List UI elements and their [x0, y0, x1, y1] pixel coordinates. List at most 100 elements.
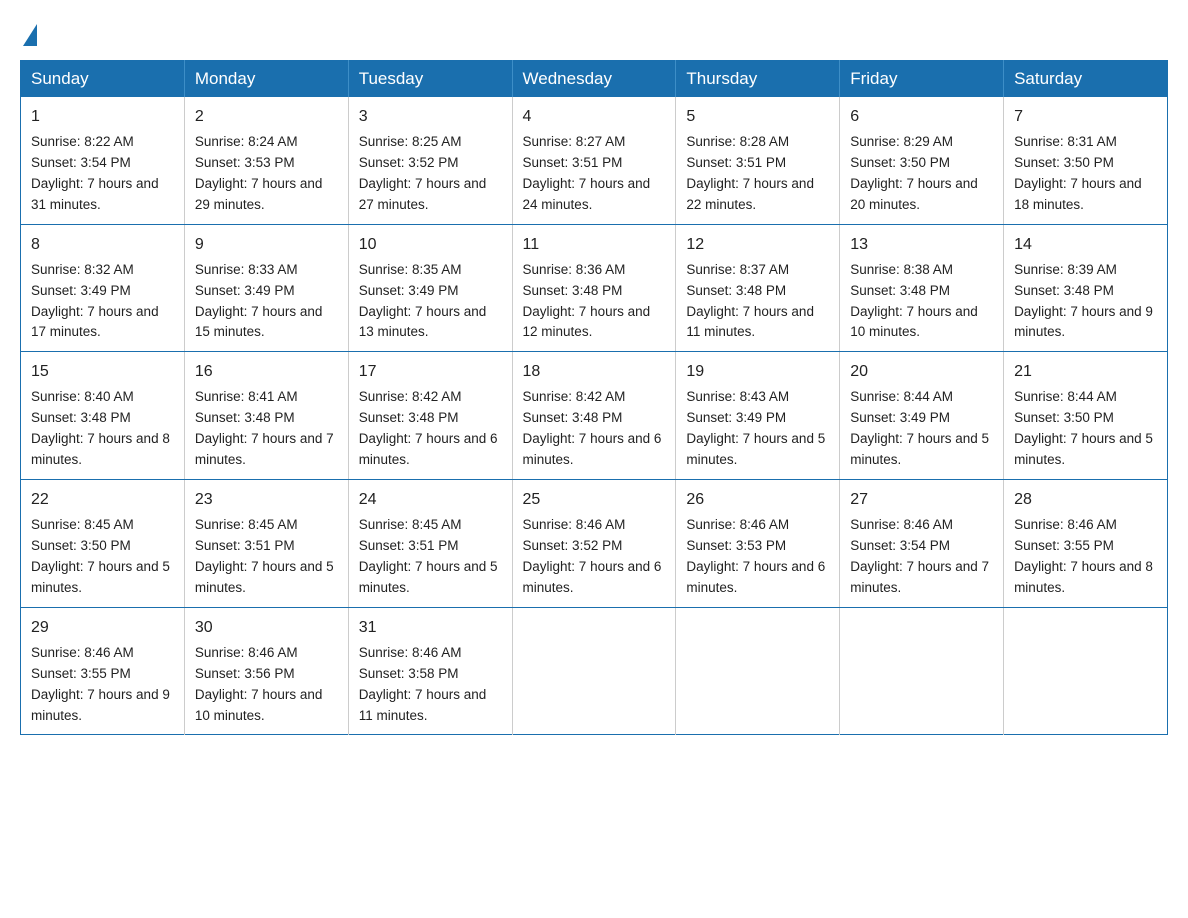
day-number: 7 [1014, 105, 1157, 129]
calendar-week-row: 8 Sunrise: 8:32 AMSunset: 3:49 PMDaylight… [21, 224, 1168, 352]
day-number: 8 [31, 233, 174, 257]
calendar-cell: 7 Sunrise: 8:31 AMSunset: 3:50 PMDaylight… [1004, 97, 1168, 224]
day-number: 17 [359, 360, 502, 384]
day-number: 29 [31, 616, 174, 640]
calendar-table: SundayMondayTuesdayWednesdayThursdayFrid… [20, 60, 1168, 735]
day-number: 9 [195, 233, 338, 257]
day-info: Sunrise: 8:45 AMSunset: 3:51 PMDaylight:… [359, 517, 498, 595]
calendar-cell: 19Sunrise: 8:43 AMSunset: 3:49 PMDayligh… [676, 352, 840, 480]
day-info: Sunrise: 8:27 AMSunset: 3:51 PMDaylight:… [523, 134, 651, 212]
calendar-cell: 12 Sunrise: 8:37 AMSunset: 3:48 PMDayligh… [676, 224, 840, 352]
day-info: Sunrise: 8:28 AMSunset: 3:51 PMDaylight:… [686, 134, 814, 212]
calendar-cell: 27 Sunrise: 8:46 AMSunset: 3:54 PMDayligh… [840, 480, 1004, 608]
calendar-cell: 8 Sunrise: 8:32 AMSunset: 3:49 PMDaylight… [21, 224, 185, 352]
logo [20, 20, 37, 42]
day-info: Sunrise: 8:36 AMSunset: 3:48 PMDaylight:… [523, 262, 651, 340]
day-info: Sunrise: 8:46 AMSunset: 3:58 PMDaylight:… [359, 645, 487, 723]
day-number: 2 [195, 105, 338, 129]
calendar-week-row: 1 Sunrise: 8:22 AMSunset: 3:54 PMDaylight… [21, 97, 1168, 224]
day-info: Sunrise: 8:33 AMSunset: 3:49 PMDaylight:… [195, 262, 323, 340]
day-info: Sunrise: 8:46 AMSunset: 3:54 PMDaylight:… [850, 517, 989, 595]
calendar-cell: 25 Sunrise: 8:46 AMSunset: 3:52 PMDayligh… [512, 480, 676, 608]
day-info: Sunrise: 8:37 AMSunset: 3:48 PMDaylight:… [686, 262, 814, 340]
day-number: 20 [850, 360, 993, 384]
day-info: Sunrise: 8:41 AMSunset: 3:48 PMDaylight:… [195, 389, 334, 467]
calendar-cell: 14Sunrise: 8:39 AMSunset: 3:48 PMDayligh… [1004, 224, 1168, 352]
calendar-cell: 1 Sunrise: 8:22 AMSunset: 3:54 PMDaylight… [21, 97, 185, 224]
day-info: Sunrise: 8:46 AMSunset: 3:56 PMDaylight:… [195, 645, 323, 723]
day-number: 26 [686, 488, 829, 512]
calendar-cell [512, 607, 676, 735]
day-number: 14 [1014, 233, 1157, 257]
calendar-cell: 20 Sunrise: 8:44 AMSunset: 3:49 PMDayligh… [840, 352, 1004, 480]
weekday-header-wednesday: Wednesday [512, 61, 676, 98]
calendar-cell: 24 Sunrise: 8:45 AMSunset: 3:51 PMDayligh… [348, 480, 512, 608]
weekday-header-tuesday: Tuesday [348, 61, 512, 98]
day-number: 11 [523, 233, 666, 257]
day-number: 16 [195, 360, 338, 384]
calendar-cell: 3 Sunrise: 8:25 AMSunset: 3:52 PMDaylight… [348, 97, 512, 224]
calendar-cell: 29 Sunrise: 8:46 AMSunset: 3:55 PMDayligh… [21, 607, 185, 735]
day-number: 4 [523, 105, 666, 129]
calendar-cell: 16 Sunrise: 8:41 AMSunset: 3:48 PMDayligh… [184, 352, 348, 480]
day-number: 3 [359, 105, 502, 129]
day-info: Sunrise: 8:32 AMSunset: 3:49 PMDaylight:… [31, 262, 159, 340]
day-info: Sunrise: 8:46 AMSunset: 3:55 PMDaylight:… [1014, 517, 1153, 595]
day-info: Sunrise: 8:45 AMSunset: 3:51 PMDaylight:… [195, 517, 334, 595]
calendar-cell: 4 Sunrise: 8:27 AMSunset: 3:51 PMDaylight… [512, 97, 676, 224]
calendar-cell [1004, 607, 1168, 735]
calendar-cell: 5 Sunrise: 8:28 AMSunset: 3:51 PMDaylight… [676, 97, 840, 224]
calendar-cell: 23Sunrise: 8:45 AMSunset: 3:51 PMDayligh… [184, 480, 348, 608]
calendar-cell: 30Sunrise: 8:46 AMSunset: 3:56 PMDayligh… [184, 607, 348, 735]
day-number: 21 [1014, 360, 1157, 384]
day-info: Sunrise: 8:24 AMSunset: 3:53 PMDaylight:… [195, 134, 323, 212]
day-number: 25 [523, 488, 666, 512]
day-info: Sunrise: 8:46 AMSunset: 3:53 PMDaylight:… [686, 517, 825, 595]
day-number: 12 [686, 233, 829, 257]
day-info: Sunrise: 8:44 AMSunset: 3:50 PMDaylight:… [1014, 389, 1153, 467]
day-info: Sunrise: 8:46 AMSunset: 3:55 PMDaylight:… [31, 645, 170, 723]
weekday-header-friday: Friday [840, 61, 1004, 98]
calendar-cell: 15 Sunrise: 8:40 AMSunset: 3:48 PMDayligh… [21, 352, 185, 480]
day-info: Sunrise: 8:31 AMSunset: 3:50 PMDaylight:… [1014, 134, 1142, 212]
calendar-cell: 28 Sunrise: 8:46 AMSunset: 3:55 PMDayligh… [1004, 480, 1168, 608]
day-info: Sunrise: 8:44 AMSunset: 3:49 PMDaylight:… [850, 389, 989, 467]
calendar-week-row: 29 Sunrise: 8:46 AMSunset: 3:55 PMDayligh… [21, 607, 1168, 735]
calendar-cell: 11 Sunrise: 8:36 AMSunset: 3:48 PMDayligh… [512, 224, 676, 352]
day-info: Sunrise: 8:29 AMSunset: 3:50 PMDaylight:… [850, 134, 978, 212]
calendar-week-row: 15 Sunrise: 8:40 AMSunset: 3:48 PMDayligh… [21, 352, 1168, 480]
day-info: Sunrise: 8:45 AMSunset: 3:50 PMDaylight:… [31, 517, 170, 595]
day-number: 28 [1014, 488, 1157, 512]
calendar-cell: 21 Sunrise: 8:44 AMSunset: 3:50 PMDayligh… [1004, 352, 1168, 480]
day-info: Sunrise: 8:25 AMSunset: 3:52 PMDaylight:… [359, 134, 487, 212]
calendar-cell [676, 607, 840, 735]
day-number: 27 [850, 488, 993, 512]
day-number: 15 [31, 360, 174, 384]
day-number: 24 [359, 488, 502, 512]
day-number: 31 [359, 616, 502, 640]
day-number: 19 [686, 360, 829, 384]
day-info: Sunrise: 8:42 AMSunset: 3:48 PMDaylight:… [523, 389, 662, 467]
weekday-header-saturday: Saturday [1004, 61, 1168, 98]
calendar-cell: 13Sunrise: 8:38 AMSunset: 3:48 PMDayligh… [840, 224, 1004, 352]
day-number: 1 [31, 105, 174, 129]
calendar-cell: 2 Sunrise: 8:24 AMSunset: 3:53 PMDaylight… [184, 97, 348, 224]
calendar-cell: 18 Sunrise: 8:42 AMSunset: 3:48 PMDayligh… [512, 352, 676, 480]
day-number: 10 [359, 233, 502, 257]
day-info: Sunrise: 8:22 AMSunset: 3:54 PMDaylight:… [31, 134, 159, 212]
calendar-cell: 10Sunrise: 8:35 AMSunset: 3:49 PMDayligh… [348, 224, 512, 352]
calendar-week-row: 22 Sunrise: 8:45 AMSunset: 3:50 PMDayligh… [21, 480, 1168, 608]
weekday-header-thursday: Thursday [676, 61, 840, 98]
day-number: 5 [686, 105, 829, 129]
weekday-header-sunday: Sunday [21, 61, 185, 98]
day-info: Sunrise: 8:42 AMSunset: 3:48 PMDaylight:… [359, 389, 498, 467]
calendar-cell: 22 Sunrise: 8:45 AMSunset: 3:50 PMDayligh… [21, 480, 185, 608]
calendar-cell: 9 Sunrise: 8:33 AMSunset: 3:49 PMDaylight… [184, 224, 348, 352]
day-number: 22 [31, 488, 174, 512]
day-info: Sunrise: 8:46 AMSunset: 3:52 PMDaylight:… [523, 517, 662, 595]
day-number: 18 [523, 360, 666, 384]
weekday-header-monday: Monday [184, 61, 348, 98]
day-info: Sunrise: 8:38 AMSunset: 3:48 PMDaylight:… [850, 262, 978, 340]
day-info: Sunrise: 8:40 AMSunset: 3:48 PMDaylight:… [31, 389, 170, 467]
calendar-cell: 31 Sunrise: 8:46 AMSunset: 3:58 PMDayligh… [348, 607, 512, 735]
